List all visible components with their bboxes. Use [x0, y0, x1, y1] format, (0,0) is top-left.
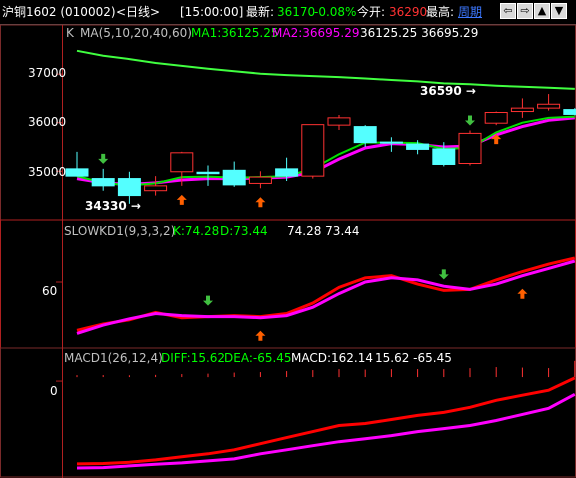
candle — [275, 168, 299, 177]
candle — [563, 109, 576, 115]
candle — [144, 185, 168, 192]
buy-signal-icon — [255, 197, 266, 208]
ma1-line — [76, 115, 575, 187]
price-header-ma2: MA2:36695.29 — [272, 26, 360, 40]
price-tick-label: 37000 — [28, 66, 66, 80]
kline-chart[interactable]: K MA(5,10,20,40,60) MA1:36125.25 MA2:366… — [0, 0, 576, 478]
kd-header-k: K:74.28 — [173, 224, 219, 238]
candle — [91, 178, 115, 187]
price-header-params: MA(5,10,20,40,60) — [80, 26, 192, 40]
candle — [537, 103, 561, 109]
candle — [222, 169, 246, 186]
candle — [327, 117, 351, 126]
kd-header-extra: 74.28 73.44 — [287, 224, 360, 238]
candle — [432, 148, 456, 165]
low-annotation: 34330 → — [85, 199, 141, 213]
macd-header-dea: DEA:-65.45 — [224, 351, 292, 365]
candle — [196, 171, 220, 175]
kd-tick-label: 60 — [42, 284, 57, 298]
candle — [458, 132, 482, 165]
kd-d-line — [76, 259, 576, 335]
candle — [117, 178, 141, 197]
macd-header-extra: 15.62 -65.45 — [375, 351, 452, 365]
price-header-k: K — [66, 26, 75, 40]
price-tick-label: 36000 — [28, 115, 66, 129]
macd-tick-label: 0 — [50, 384, 58, 398]
macd-header-diff: DIFF:15.62 — [161, 351, 225, 365]
macd-header-name: MACD1(26,12,4) — [64, 351, 163, 365]
price-tick-label: 35000 — [28, 165, 66, 179]
candle — [510, 107, 534, 113]
macd-panel-frame — [0, 347, 576, 478]
candle — [406, 143, 430, 150]
candle — [484, 112, 508, 124]
buy-signal-icon — [176, 194, 187, 205]
candle — [301, 124, 325, 177]
buy-signal-icon — [517, 288, 528, 299]
macd-dea-line — [76, 392, 576, 470]
ma2-line — [76, 116, 575, 186]
candle — [248, 176, 272, 184]
ma-long-line — [76, 49, 575, 90]
sell-signal-icon — [438, 269, 449, 280]
macd-header-macd: MACD:162.14 — [291, 351, 373, 365]
candle — [65, 168, 89, 177]
price-header-ma1: MA1:36125.25 — [191, 26, 279, 40]
high-annotation: 36590 → — [420, 84, 476, 98]
sell-signal-icon — [203, 295, 213, 306]
buy-signal-icon — [255, 330, 266, 341]
sell-signal-icon — [465, 115, 475, 126]
candle — [379, 141, 403, 144]
price-header-extra: 36125.25 36695.29 — [360, 26, 478, 40]
sell-signal-icon — [98, 153, 109, 164]
candle — [170, 152, 194, 173]
candle — [353, 126, 377, 144]
kd-header-name: SLOWKD1(9,3,3,2) — [64, 224, 175, 238]
kd-k-line — [76, 256, 576, 332]
kd-header-d: D:73.44 — [220, 224, 268, 238]
